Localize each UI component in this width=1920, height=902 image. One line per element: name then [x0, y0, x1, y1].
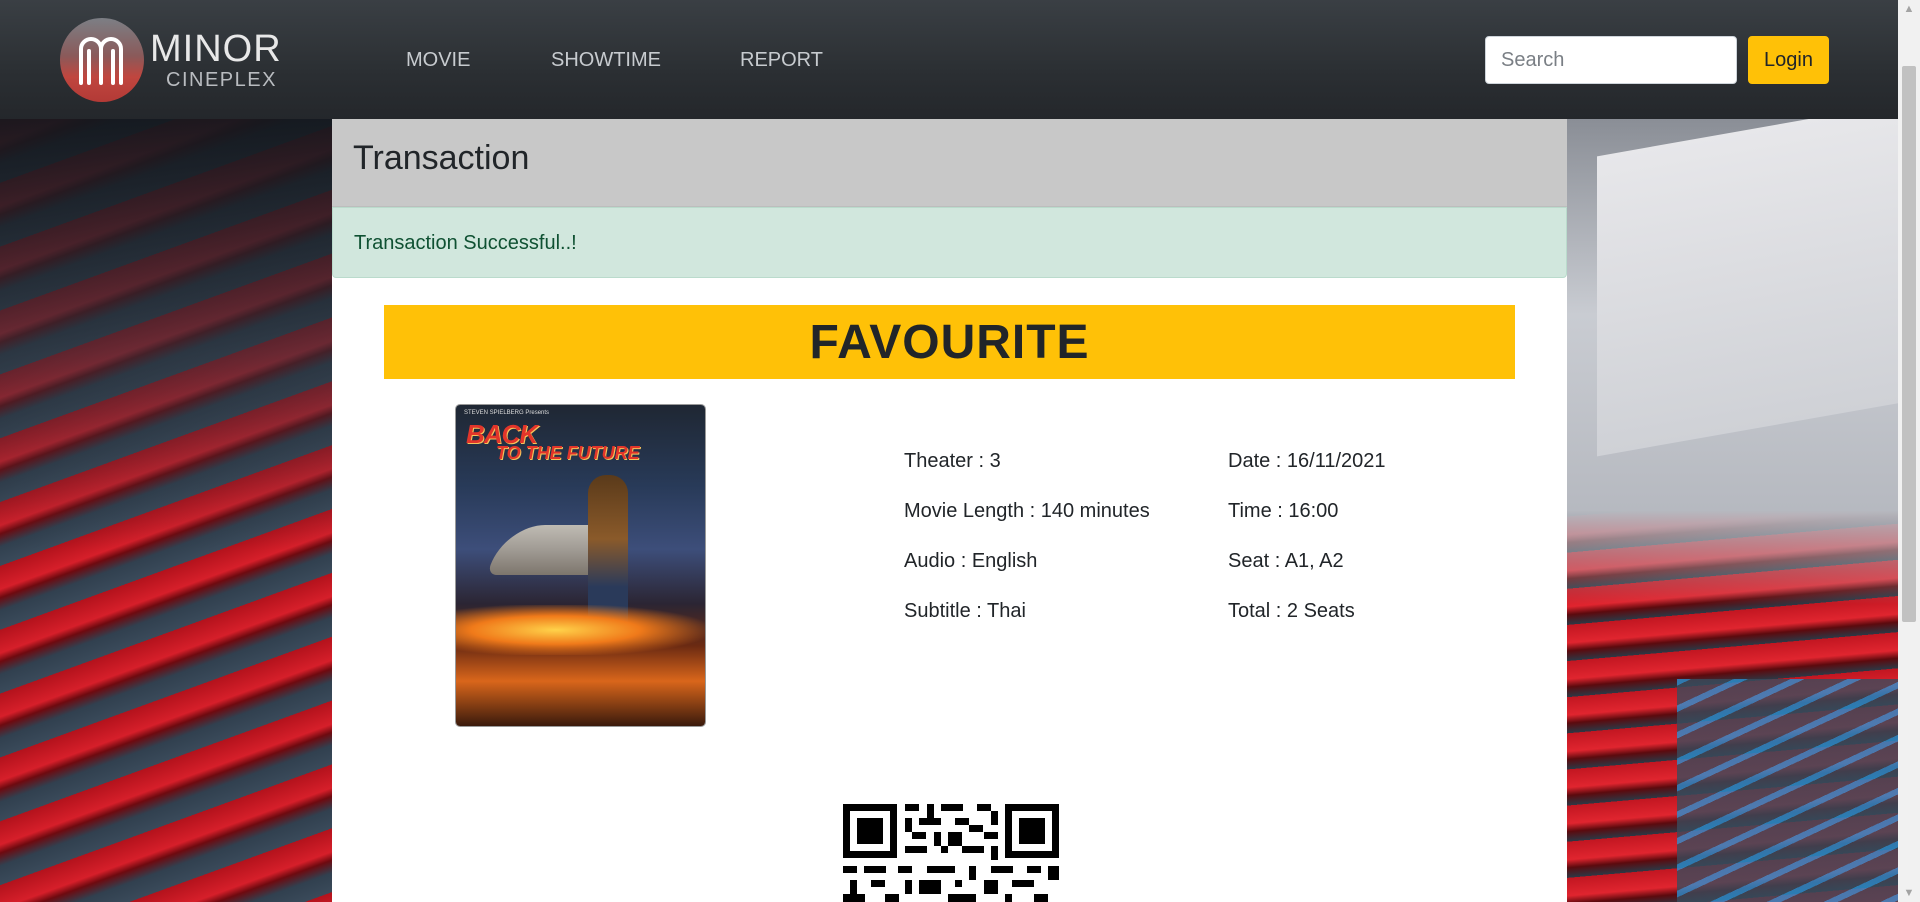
brand-name-bottom: CINEPLEX: [166, 69, 277, 91]
card-header: Transaction: [332, 119, 1567, 207]
info-subtitle: Subtitle : Thai: [904, 600, 1026, 622]
brand-name-top: MINOR: [150, 28, 282, 70]
nav-report[interactable]: REPORT: [740, 49, 823, 72]
nav-movie[interactable]: MOVIE: [406, 49, 470, 72]
page-scrollbar[interactable]: ▲ ▼: [1898, 0, 1920, 902]
poster-fire-trail: [456, 605, 705, 655]
poster-credit: STEVEN SPIELBERG Presents: [464, 410, 550, 416]
page-title: Transaction: [353, 139, 530, 177]
brand-logo[interactable]: MINOR CINEPLEX: [60, 18, 282, 102]
success-alert: Transaction Successful..!: [332, 207, 1567, 278]
logo-m-icon: [60, 18, 144, 102]
info-theater: Theater : 3: [904, 450, 1001, 472]
background-seats-right: [1567, 119, 1898, 902]
brand-text: MINOR CINEPLEX: [150, 30, 282, 90]
navbar: MINOR CINEPLEX MOVIE SHOWTIME REPORT Log…: [0, 0, 1898, 119]
info-seat: Seat : A1, A2: [1228, 550, 1344, 572]
movie-title-banner: FAVOURITE: [384, 305, 1515, 379]
background-stairs: [1677, 679, 1898, 902]
ticket-qr-code: [841, 802, 1061, 902]
scrollbar-thumb[interactable]: [1902, 66, 1916, 622]
login-button[interactable]: Login: [1748, 36, 1829, 84]
transaction-card: Transaction Transaction Successful..! FA…: [332, 119, 1567, 902]
info-total: Total : 2 Seats: [1228, 600, 1355, 622]
background-seats-left: [0, 119, 332, 902]
search-input[interactable]: [1485, 36, 1737, 84]
poster-title-line2: TO THE FUTURE: [496, 443, 640, 463]
info-date: Date : 16/11/2021: [1228, 450, 1386, 472]
movie-poster: STEVEN SPIELBERG Presents BACK TO THE FU…: [456, 405, 705, 726]
info-movie-length: Movie Length : 140 minutes: [904, 500, 1150, 522]
info-time: Time : 16:00: [1228, 500, 1339, 522]
scroll-up-arrow-icon[interactable]: ▲: [1898, 0, 1920, 18]
scroll-down-arrow-icon[interactable]: ▼: [1898, 884, 1920, 902]
nav-showtime[interactable]: SHOWTIME: [551, 49, 661, 72]
movie-title: FAVOURITE: [809, 315, 1090, 369]
background-screen: [1597, 119, 1898, 457]
info-audio: Audio : English: [904, 550, 1038, 572]
success-alert-text: Transaction Successful..!: [354, 232, 577, 254]
